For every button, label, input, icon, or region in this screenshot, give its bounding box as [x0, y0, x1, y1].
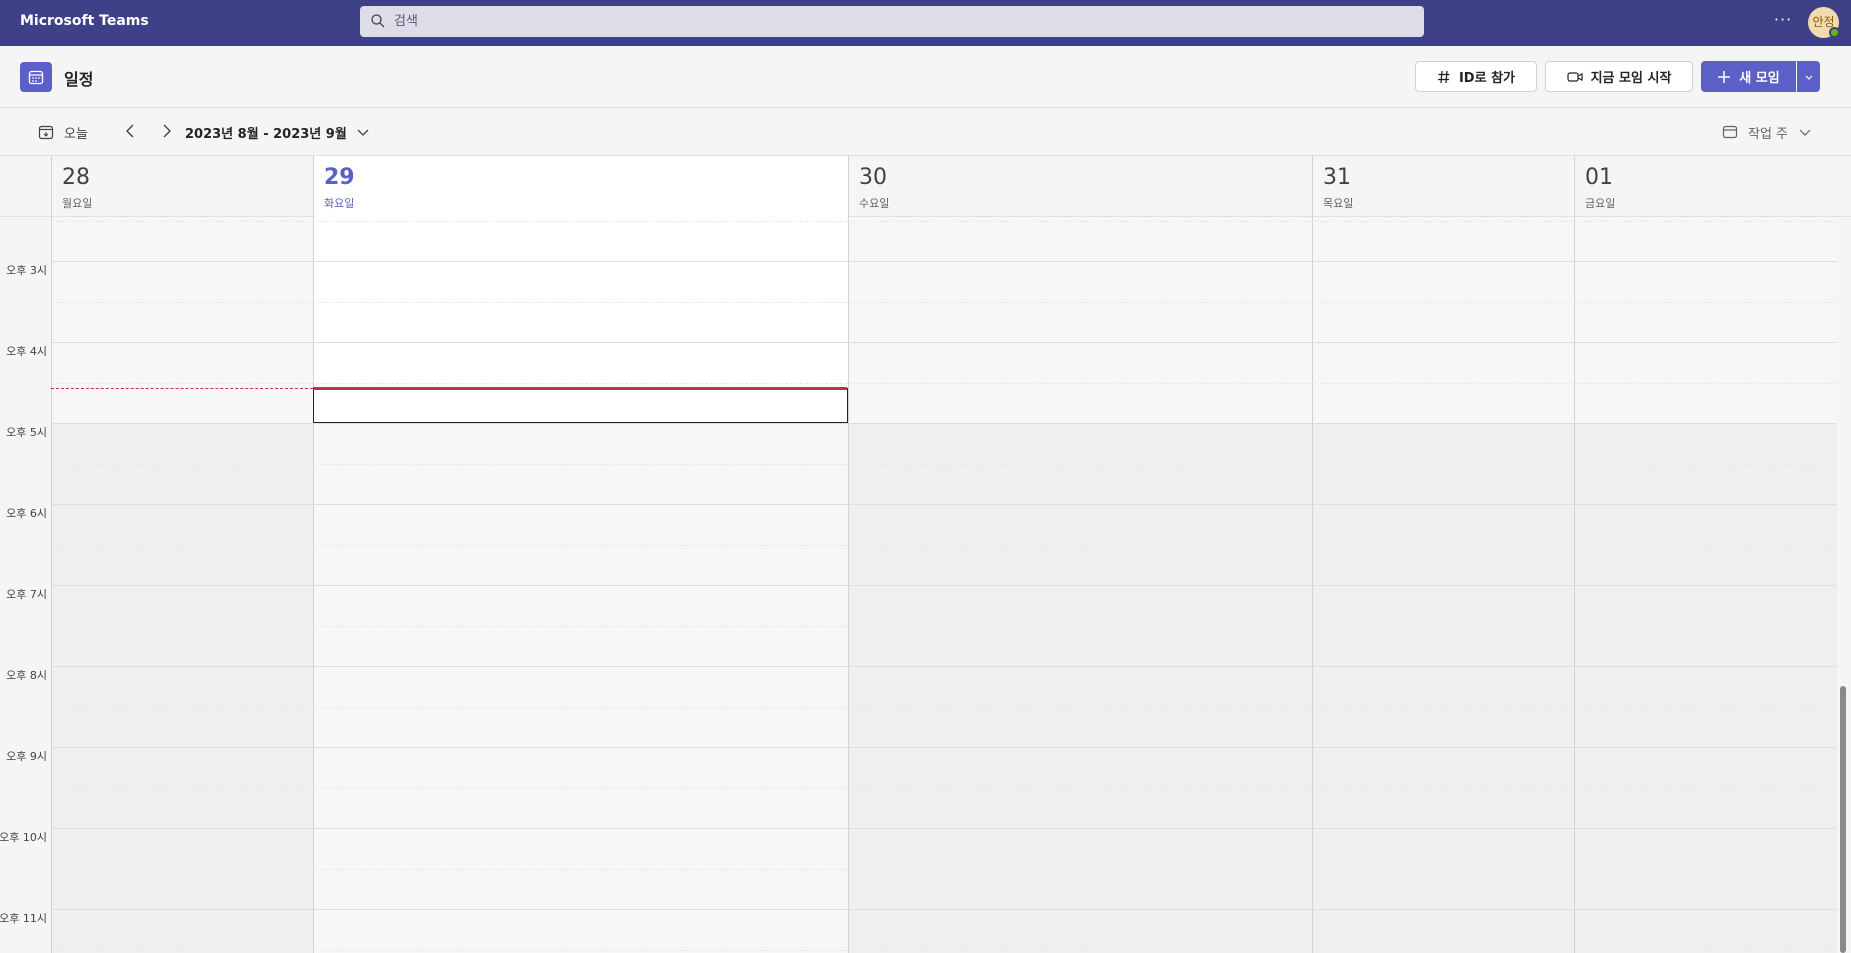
- chevron-down-icon: [1805, 75, 1812, 80]
- join-with-id-label: ID로 참가: [1458, 71, 1516, 86]
- half-hour-line: [51, 950, 1837, 951]
- half-hour-line: [51, 626, 1837, 627]
- search-input[interactable]: [390, 6, 1410, 37]
- day-number: 29: [324, 165, 355, 190]
- chevron-right-icon[interactable]: [157, 122, 175, 140]
- current-time-indicator: [51, 388, 313, 389]
- date-range-label[interactable]: 2023년 8월 - 2023년 9월: [185, 123, 347, 142]
- hour-line: [51, 909, 1837, 910]
- view-selector[interactable]: 작업 주: [1722, 120, 1812, 144]
- calendar-today-icon: [38, 125, 54, 140]
- meet-now-label: 지금 모임 시작: [1590, 71, 1672, 86]
- new-meeting-dropdown-button[interactable]: [1797, 61, 1820, 92]
- today-label: 오늘: [64, 126, 88, 142]
- hour-line: [51, 423, 1837, 424]
- hour-line: [51, 342, 1837, 343]
- half-hour-line: [51, 869, 1837, 870]
- time-label: 오후 10시: [0, 831, 47, 844]
- chevron-down-icon[interactable]: [356, 125, 370, 139]
- half-hour-line: [51, 302, 1837, 303]
- calendar-toolbar: 오늘 2023년 8월 - 2023년 9월 작업 주: [0, 108, 1851, 156]
- meet-now-button[interactable]: 지금 모임 시작: [1545, 61, 1693, 92]
- today-button[interactable]: 오늘: [38, 120, 88, 144]
- day-header-wed[interactable]: 30 수요일: [848, 156, 1312, 217]
- half-hour-line: [51, 545, 1837, 546]
- day-name: 목요일: [1323, 197, 1354, 210]
- chevron-left-icon[interactable]: [122, 122, 140, 140]
- search-icon: [371, 14, 385, 28]
- view-label: 작업 주: [1748, 126, 1789, 142]
- half-hour-line: [51, 221, 1837, 222]
- day-number: 30: [859, 165, 887, 190]
- join-with-id-button[interactable]: ID로 참가: [1415, 61, 1537, 92]
- day-number: 01: [1585, 165, 1613, 190]
- chevron-down-icon: [1799, 129, 1811, 136]
- day-header-mon[interactable]: 28 월요일: [51, 156, 313, 217]
- time-gutter: 오후 3시 오후 4시 오후 5시 오후 6시 오후 7시 오후 8시 오후 9…: [0, 217, 51, 953]
- hour-line: [51, 828, 1837, 829]
- app-title: Microsoft Teams: [20, 13, 149, 29]
- hour-line: [51, 504, 1837, 505]
- calendar-header: 일정 ID로 참가 지금 모임 시작 새 모임: [0, 46, 1851, 108]
- day-number: 28: [62, 165, 90, 190]
- scrollbar-thumb[interactable]: [1840, 686, 1846, 953]
- half-hour-line: [51, 383, 1837, 384]
- time-label: 오후 6시: [6, 507, 47, 520]
- half-hour-line: [51, 707, 1837, 708]
- time-label: 오후 9시: [6, 750, 47, 763]
- time-label: 오후 8시: [6, 669, 47, 682]
- time-label: 오후 5시: [6, 426, 47, 439]
- time-label: 오후 7시: [6, 588, 47, 601]
- more-options-button[interactable]: ···: [1772, 11, 1794, 33]
- time-label: 오후 3시: [6, 264, 47, 277]
- selected-time-slot[interactable]: [313, 388, 848, 423]
- time-label: 오후 11시: [0, 912, 47, 925]
- video-camera-icon: [1566, 71, 1583, 82]
- calendar-view-icon: [1722, 125, 1738, 139]
- calendar-grid: 오후 3시 오후 4시 오후 5시 오후 6시 오후 7시 오후 8시 오후 9…: [0, 217, 1837, 953]
- hour-line: [51, 666, 1837, 667]
- day-name: 수요일: [859, 197, 890, 210]
- day-header-row: 28 월요일 29 화요일 30 수요일 31 목요일 01 금요일: [0, 156, 1851, 217]
- day-header-fri[interactable]: 01 금요일: [1574, 156, 1851, 217]
- hour-line: [51, 261, 1837, 262]
- search-box[interactable]: [360, 6, 1424, 37]
- day-name: 월요일: [62, 197, 93, 210]
- hour-line: [51, 585, 1837, 586]
- half-hour-line: [51, 788, 1837, 789]
- page-title: 일정: [64, 70, 94, 89]
- calendar-app-icon: [20, 62, 52, 92]
- day-header-tue[interactable]: 29 화요일: [313, 156, 848, 217]
- new-meeting-label: 새 모임: [1739, 71, 1780, 86]
- hour-line: [51, 747, 1837, 748]
- day-name: 화요일: [324, 197, 355, 210]
- current-time-indicator-today: [313, 387, 847, 390]
- plus-icon: [1718, 70, 1731, 83]
- time-label: 오후 4시: [6, 345, 47, 358]
- day-header-thu[interactable]: 31 목요일: [1312, 156, 1574, 217]
- presence-status-icon: [1829, 27, 1840, 38]
- day-name: 금요일: [1585, 197, 1616, 210]
- day-number: 31: [1323, 165, 1351, 190]
- top-bar: Microsoft Teams ··· 안정: [0, 0, 1851, 46]
- half-hour-line: [51, 464, 1837, 465]
- new-meeting-button[interactable]: 새 모임: [1701, 61, 1796, 92]
- hash-icon: [1437, 70, 1450, 83]
